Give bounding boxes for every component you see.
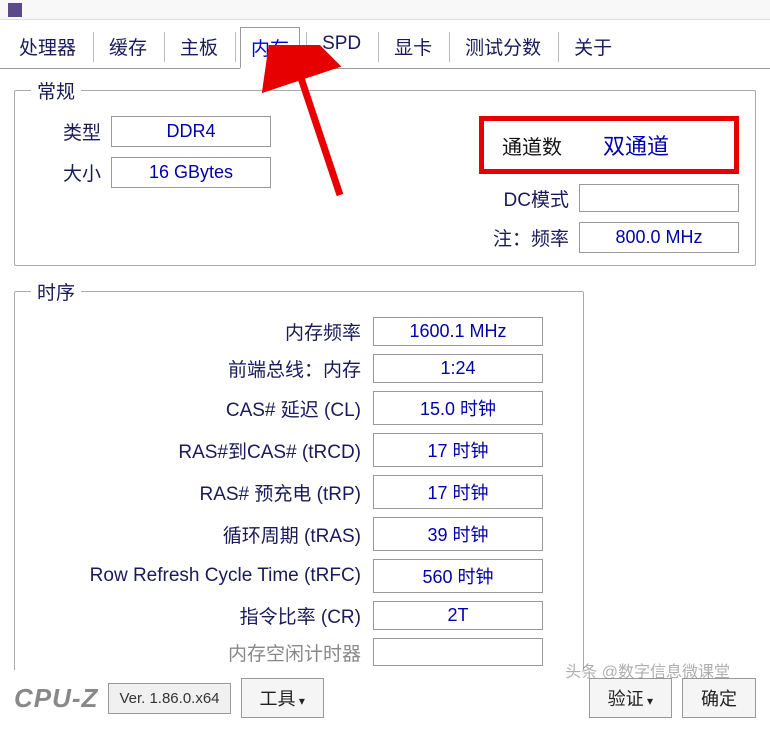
type-value: DDR4	[111, 116, 271, 147]
tab-caches[interactable]: 缓存	[98, 26, 158, 68]
dram-freq-value: 1600.1 MHz	[373, 317, 543, 346]
channels-value: 双通道	[576, 125, 696, 165]
validate-button[interactable]: 验证	[589, 678, 672, 718]
tras-label: 循环周期 (tRAS)	[31, 521, 361, 548]
tab-bench[interactable]: 测试分数	[454, 26, 552, 68]
dcmode-value	[579, 184, 739, 212]
tab-about[interactable]: 关于	[563, 26, 623, 68]
trp-label: RAS# 预充电 (tRP)	[31, 479, 361, 506]
trfc-label: Row Refresh Cycle Time (tRFC)	[31, 565, 361, 587]
general-group: 常规 类型 DDR4 大小 16 GBytes 通道数 双通道	[14, 77, 756, 266]
channels-label: 通道数	[492, 131, 562, 160]
tras-value: 39 时钟	[373, 517, 543, 551]
app-icon	[8, 3, 22, 17]
cl-label: CAS# 延迟 (CL)	[31, 395, 361, 422]
trcd-value: 17 时钟	[373, 433, 543, 467]
tab-cpu[interactable]: 处理器	[8, 26, 87, 68]
tab-separator	[558, 32, 559, 62]
general-legend: 常规	[31, 77, 81, 104]
tab-separator	[93, 32, 94, 62]
cl-value: 15.0 时钟	[373, 391, 543, 425]
dram-freq-label: 内存频率	[31, 318, 361, 345]
nbfreq-value: 800.0 MHz	[579, 222, 739, 253]
tab-memory[interactable]: 内存	[240, 27, 300, 69]
tab-graphics[interactable]: 显卡	[383, 26, 443, 68]
cr-value: 2T	[373, 601, 543, 630]
tab-spd[interactable]: SPD	[311, 26, 372, 68]
cr-label: 指令比率 (CR)	[31, 602, 361, 629]
tab-content: 常规 类型 DDR4 大小 16 GBytes 通道数 双通道	[0, 69, 770, 670]
nbfreq-label: 注：频率	[479, 224, 569, 251]
fsb-label: 前端总线：内存	[31, 355, 361, 382]
timings-legend: 时序	[31, 278, 81, 305]
tab-strip: 处理器 缓存 主板 内存 SPD 显卡 测试分数 关于	[0, 20, 770, 69]
trp-value: 17 时钟	[373, 475, 543, 509]
trcd-label: RAS#到CAS# (tRCD)	[31, 437, 361, 464]
tab-separator	[306, 32, 307, 62]
dcmode-label: DC模式	[479, 185, 569, 212]
fsb-value: 1:24	[373, 354, 543, 383]
size-value: 16 GBytes	[111, 157, 271, 188]
idle-value	[373, 638, 543, 666]
cpuz-window: 处理器 缓存 主板 内存 SPD 显卡 测试分数 关于 常规 类型 DDR4	[0, 0, 770, 732]
channels-highlight: 通道数 双通道	[479, 116, 739, 174]
titlebar	[0, 0, 770, 20]
idle-label: 内存空闲计时器	[31, 639, 361, 666]
version-box: Ver. 1.86.0.x64	[108, 683, 230, 714]
tools-button[interactable]: 工具	[241, 678, 324, 718]
size-label: 大小	[31, 159, 101, 186]
tab-separator	[164, 32, 165, 62]
tab-separator	[235, 32, 236, 62]
tab-mainboard[interactable]: 主板	[169, 26, 229, 68]
watermark: 头条 @数字信息微课堂	[565, 658, 730, 682]
type-label: 类型	[31, 118, 101, 145]
trfc-value: 560 时钟	[373, 559, 543, 593]
timings-group: 时序 内存频率 1600.1 MHz 前端总线：内存 1:24 CAS# 延迟 …	[14, 278, 584, 670]
tab-separator	[449, 32, 450, 62]
ok-button[interactable]: 确定	[682, 678, 756, 718]
tab-separator	[378, 32, 379, 62]
brand-label: CPU-Z	[14, 683, 98, 714]
